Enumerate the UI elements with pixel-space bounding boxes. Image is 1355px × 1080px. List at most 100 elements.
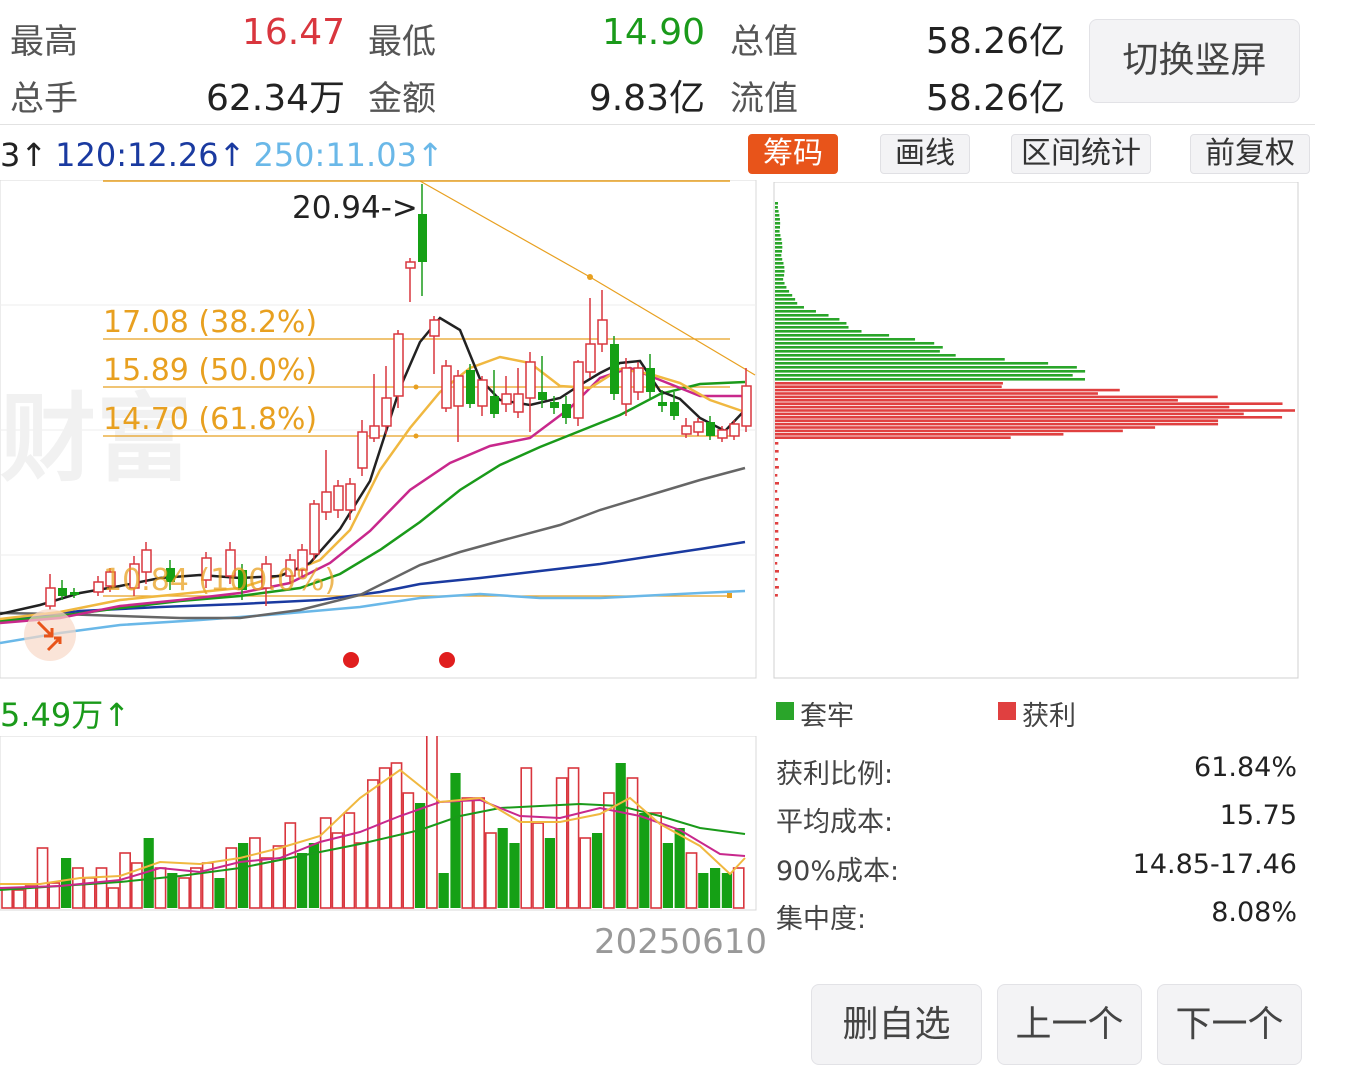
volume-bar	[284, 822, 297, 909]
signal-dot	[343, 652, 359, 668]
amount-label: 金额	[368, 79, 436, 119]
volume-bar	[225, 847, 238, 909]
volume-bar	[579, 837, 592, 909]
expand-arrow-icon[interactable]	[24, 609, 76, 661]
tab-chip[interactable]: 筹码	[748, 134, 838, 174]
chip-bar	[775, 402, 1283, 405]
profit-legend-swatch	[998, 702, 1016, 720]
volume-bar	[639, 813, 650, 908]
chip-bar	[775, 409, 1295, 412]
concentration-value: 8.08%	[1211, 897, 1297, 928]
tab-adjust[interactable]: 前复权	[1190, 134, 1310, 174]
chip-bar	[775, 334, 890, 337]
chip-bar	[775, 546, 778, 549]
volume-bar	[567, 767, 580, 909]
remove-watchlist-button[interactable]: 删自选	[811, 984, 982, 1065]
profit-legend-label: 获利	[1022, 701, 1076, 732]
chip-bar	[775, 482, 779, 485]
volume-bar	[13, 889, 25, 909]
chip-bar	[775, 506, 778, 509]
chip-bar	[775, 330, 862, 333]
volume-bar	[674, 828, 685, 908]
volume-bar	[107, 887, 120, 909]
volume-bar	[331, 832, 344, 909]
avg-cost-value: 15.75	[1219, 800, 1297, 831]
chip-bar	[775, 302, 798, 305]
volume-bar	[36, 847, 49, 909]
avg-cost-label: 平均成本:	[776, 807, 894, 838]
tab-interval-stats[interactable]: 区间统计	[1011, 134, 1151, 174]
volume-value: 62.34万	[205, 78, 345, 119]
peak-price-label: 20.94->	[292, 190, 418, 226]
chip-bar	[775, 562, 778, 565]
chip-bar	[775, 322, 847, 325]
chip-bar	[775, 538, 779, 541]
volume-bar	[509, 843, 520, 908]
cost90-label: 90%成本:	[776, 856, 900, 887]
volume-bar	[214, 878, 225, 908]
chip-distribution-chart[interactable]	[772, 182, 1302, 682]
total-value-label: 总值	[730, 22, 798, 62]
chip-bar	[775, 426, 1156, 429]
chip-bar	[775, 218, 780, 221]
volume-bar	[297, 853, 308, 908]
chip-bar	[775, 338, 916, 341]
chip-bar	[775, 354, 956, 357]
previous-button[interactable]: 上一个	[997, 984, 1142, 1065]
fib-label-500: 15.89 (50.0%)	[103, 353, 317, 388]
volume-bar	[544, 838, 555, 908]
kline-chart[interactable]: 财富 17.08 (38.2%) 15.89 (50.0%) 14.70 (61…	[0, 180, 758, 682]
chip-bar	[775, 436, 1011, 439]
volume-bar	[167, 873, 178, 908]
chip-bar	[775, 382, 1003, 385]
chip-bar	[775, 314, 829, 317]
chip-bar	[775, 250, 783, 253]
chip-bar	[775, 270, 785, 273]
chip-bar	[775, 290, 790, 293]
volume-bar	[698, 873, 709, 908]
chip-bar	[775, 318, 840, 321]
volume-bar	[249, 837, 261, 909]
profit-ratio-value: 61.84%	[1194, 752, 1297, 783]
tab-draw-line[interactable]: 画线	[880, 134, 970, 174]
chip-bar	[775, 258, 783, 261]
low-value: 14.90	[601, 12, 705, 53]
switch-portrait-button[interactable]: 切换竖屏	[1089, 19, 1300, 103]
chip-bar	[775, 230, 780, 233]
next-button[interactable]: 下一个	[1157, 984, 1302, 1065]
chip-bar	[775, 490, 778, 493]
chip-bar	[775, 266, 785, 269]
chip-bar	[775, 554, 779, 557]
chip-bar	[775, 395, 1218, 399]
volume-bar	[710, 868, 721, 908]
chip-bar	[775, 358, 1005, 361]
volume-bar	[238, 843, 249, 908]
volume-bar	[732, 867, 745, 909]
chip-bar	[775, 388, 1120, 392]
volume-bar	[355, 842, 367, 909]
chip-bar	[775, 374, 1073, 377]
chip-bar	[775, 310, 816, 313]
profit-ratio-label: 获利比例:	[776, 759, 894, 790]
chip-bar	[775, 522, 779, 525]
volume-bar	[721, 873, 732, 908]
chip-bar	[775, 294, 793, 297]
volume-bar	[497, 828, 508, 908]
volume-bar	[24, 885, 37, 909]
volume-chart[interactable]	[0, 736, 758, 914]
high-value: 16.47	[241, 12, 345, 53]
chip-bar	[775, 458, 778, 461]
chip-bar	[775, 286, 787, 289]
chip-bar	[775, 226, 781, 229]
date-label: 20250610	[594, 922, 768, 962]
chip-bar	[775, 274, 785, 277]
chip-bar	[775, 262, 784, 265]
chip-bar	[775, 370, 1086, 373]
amount-value: 9.83亿	[588, 78, 705, 119]
fib-label-1000: 10.84 (100.0%)	[103, 563, 336, 598]
ma120-legend: 120:12.26↑	[55, 136, 246, 174]
volume-bar	[154, 867, 167, 909]
chip-bar	[775, 498, 779, 501]
chip-bar	[775, 422, 1219, 426]
volume-bar	[95, 867, 108, 909]
